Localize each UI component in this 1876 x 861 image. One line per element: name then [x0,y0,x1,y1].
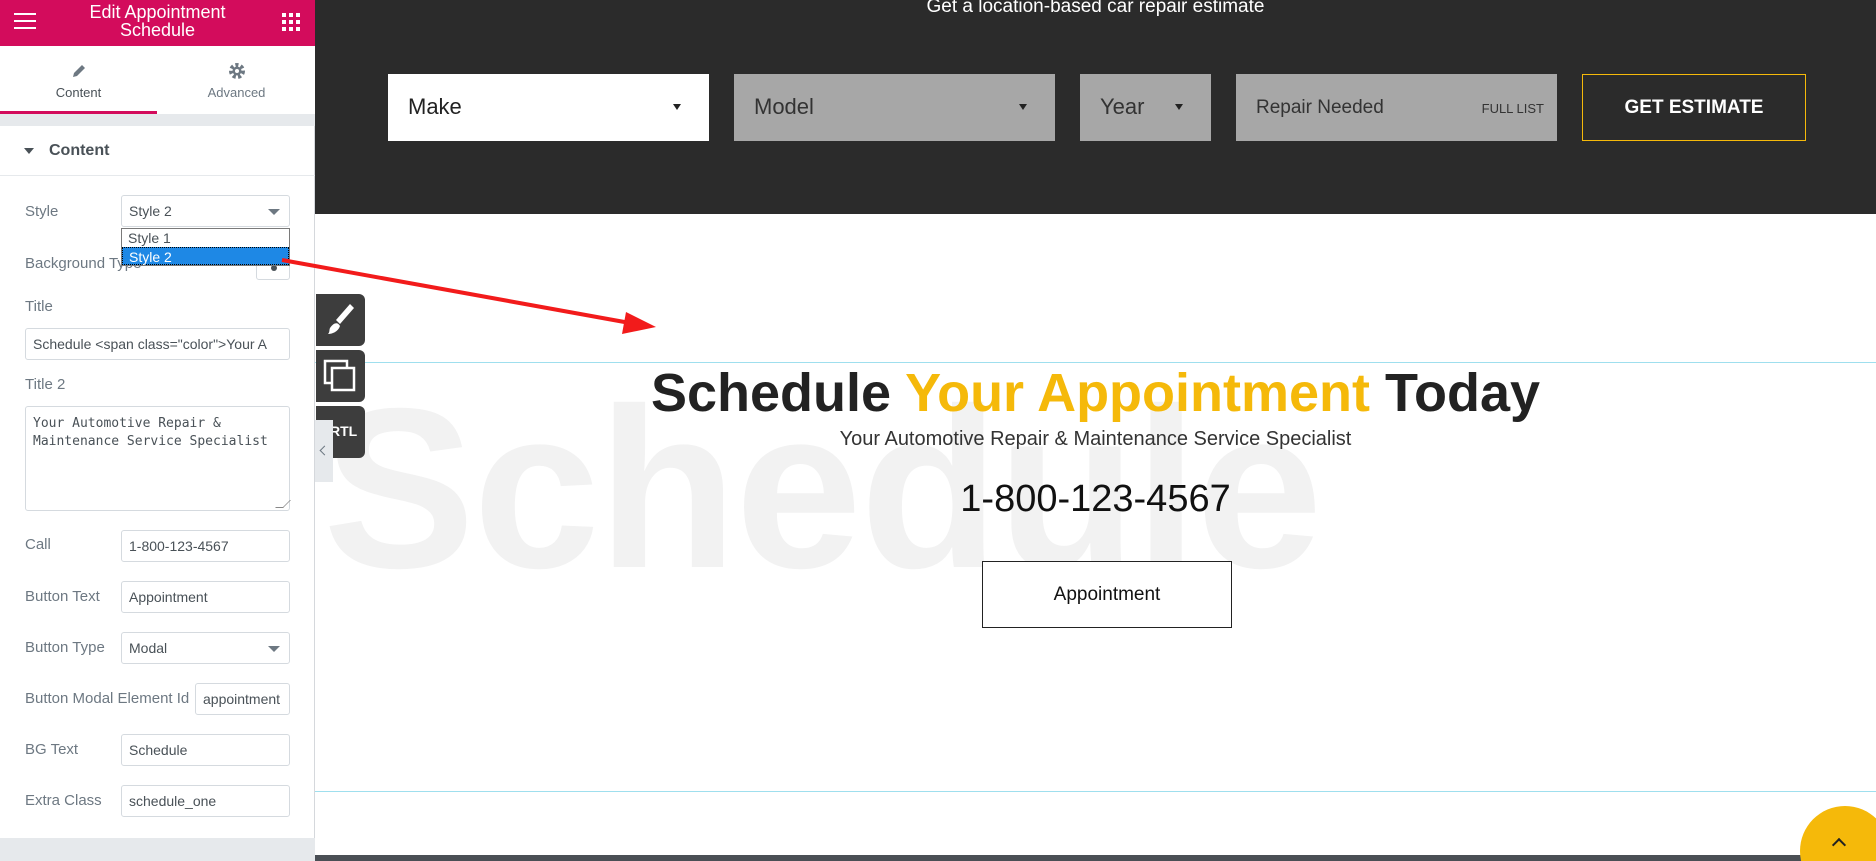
bg-text-label: BG Text [25,741,79,758]
style-dropdown-list: Style 1 Style 2 [121,228,290,266]
bg-text-input[interactable]: Schedule [121,734,290,766]
style-select-value: Style 2 [129,203,172,219]
edit-style-tool[interactable] [316,294,365,346]
title-label: Title [25,298,53,315]
call-input[interactable]: 1-800-123-4567 [121,530,290,562]
title-post: Today [1370,363,1541,423]
bottom-strip [315,855,1876,861]
gear-icon [228,63,245,79]
caret-down-icon [268,646,280,652]
title-highlight: Your Appointment [905,363,1371,423]
widgets-grid-icon[interactable] [282,13,300,31]
title2-textarea[interactable]: Your Automotive Repair & Maintenance Ser… [25,406,291,511]
repair-needed-label: Repair Needed [1256,97,1384,118]
call-label: Call [25,536,51,553]
page-root: Get a location-based car repair estimate… [0,0,1876,861]
tab-advanced-label: Advanced [207,85,266,100]
full-list-link[interactable]: FULL LIST [1482,101,1544,116]
schedule-title: Schedule Your Appointment Today [315,362,1876,424]
style-option[interactable]: Style 1 [122,229,289,247]
tab-content-label: Content [55,85,102,100]
panel-footer [0,838,315,861]
button-text-label: Button Text [25,588,100,605]
brush-icon [328,304,354,334]
editor-panel: Edit Appointment Schedule Content Advanc… [0,0,315,861]
caret-down-icon [1019,104,1027,110]
panel-header: Edit Appointment Schedule [0,0,315,46]
tab-content[interactable]: Content [0,46,157,114]
button-type-label: Button Type [25,639,105,656]
button-text-input[interactable]: Appointment [121,581,290,613]
extra-class-input[interactable]: schedule_one [121,785,290,817]
caret-down-icon [268,209,280,215]
estimate-heading: Get a location-based car repair estimate [926,0,1265,17]
resize-handle-icon[interactable] [275,500,291,508]
repair-needed-field[interactable]: Repair Needed FULL LIST [1236,74,1557,141]
make-select[interactable]: Make [388,74,709,141]
panel-tabs: Content Advanced [0,46,315,114]
modal-id-input[interactable]: appointment [195,683,290,715]
duplicate-tool[interactable] [316,350,365,402]
chevron-up-icon [1831,837,1847,853]
get-estimate-button[interactable]: GET ESTIMATE [1582,74,1806,141]
style-label: Style [25,203,59,220]
style-option-selected[interactable]: Style 2 [122,247,289,265]
button-type-select[interactable]: Modal [121,632,290,664]
schedule-subtitle: Your Automotive Repair & Maintenance Ser… [839,428,1352,450]
extra-class-label: Extra Class [25,792,102,809]
content-section-toggle[interactable]: Content [0,126,315,176]
appointment-button[interactable]: Appointment [982,561,1232,628]
caret-down-icon [24,148,34,154]
modal-id-label: Button Modal Element Id [25,690,190,707]
title2-label: Title 2 [25,376,66,393]
button-type-value: Modal [129,640,168,656]
model-select-label: Model [754,94,814,119]
duplicate-icon [323,359,356,392]
section-guide-bottom [315,791,1876,792]
tab-advanced[interactable]: Advanced [158,46,315,114]
tab-separator [0,114,315,126]
chevron-left-icon [319,445,330,456]
year-select[interactable]: Year [1080,74,1211,141]
collapse-panel-button[interactable] [315,420,333,482]
title-pre: Schedule [650,363,906,423]
scroll-to-top-button[interactable] [1800,806,1876,861]
schedule-phone[interactable]: 1-800-123-4567 [315,478,1876,521]
pencil-icon [72,65,85,77]
title-input[interactable]: Schedule <span class="color">Your A [25,328,290,360]
make-select-label: Make [408,94,462,119]
menu-icon[interactable] [14,13,36,31]
rtl-label: RTL [330,423,358,439]
model-select[interactable]: Model [734,74,1055,141]
title2-value: Your Automotive Repair & Maintenance Ser… [33,416,268,449]
caret-down-icon [673,104,681,110]
panel-title: Edit Appointment Schedule [89,2,226,40]
section-title: Content [49,142,110,159]
caret-down-icon [1175,104,1183,110]
year-select-label: Year [1100,94,1145,119]
style-select[interactable]: Style 2 [121,195,290,227]
